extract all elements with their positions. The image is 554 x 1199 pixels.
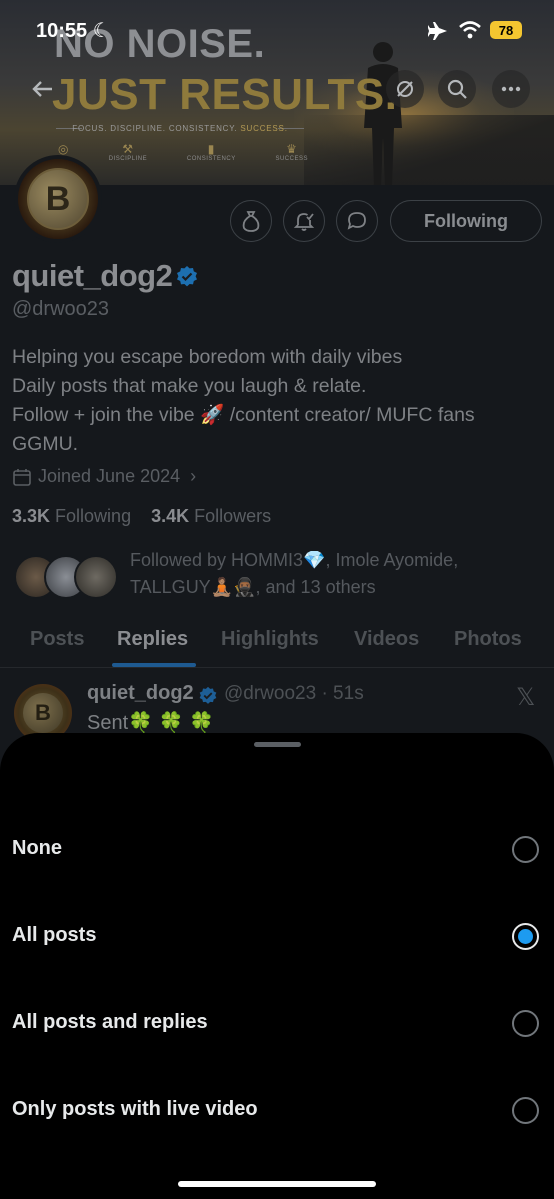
radio-all-posts-and-replies[interactable] xyxy=(512,1010,539,1037)
back-button[interactable] xyxy=(24,70,62,108)
bitcoin-icon: B xyxy=(23,693,63,733)
option-all-posts[interactable]: All posts xyxy=(0,906,554,966)
option-live-video[interactable]: Only posts with live video xyxy=(0,1080,554,1140)
bitcoin-icon: B xyxy=(27,168,89,230)
post-handle-time: @drwoo23 · 51s xyxy=(224,683,364,704)
radio-none[interactable] xyxy=(512,836,539,863)
profile-screen: NO NOISE. JUST RESULTS. FOCUS. DISCIPLIN… xyxy=(0,0,554,1199)
verified-badge-icon xyxy=(177,266,197,287)
post-author-name: quiet_dog2 xyxy=(87,682,194,704)
avatar xyxy=(74,555,118,599)
option-label: All posts xyxy=(12,924,97,946)
banner-tagline: FOCUS. DISCIPLINE. CONSISTENCY. SUCCESS. xyxy=(72,124,288,133)
sheet-grabber[interactable] xyxy=(254,742,301,747)
following-button[interactable]: Following xyxy=(390,200,542,242)
followed-by-text[interactable]: Followed by HOMMI3💎, Imole Ayomide, TALL… xyxy=(130,547,540,601)
bio-line: GGMU. xyxy=(12,433,79,455)
grok-icon xyxy=(397,81,413,97)
bio-line: Helping you escape boredom with daily vi… xyxy=(12,346,403,368)
followed-by-avatars[interactable] xyxy=(14,555,124,601)
option-label: All posts and replies xyxy=(12,1011,208,1033)
tab-highlights[interactable]: Highlights xyxy=(221,628,319,651)
bio-line: Daily posts that make you laugh & relate… xyxy=(12,375,367,397)
status-bar: 10:55 ☾ 78 xyxy=(0,0,554,60)
calendar-icon xyxy=(13,468,31,486)
option-none[interactable]: None xyxy=(0,819,554,879)
profile-name: quiet_dog2 xyxy=(12,258,173,293)
followers-stat[interactable]: 3.4K Followers xyxy=(151,506,271,526)
banner-icon-discipline: ⚒ DISCIPLINE xyxy=(108,142,148,162)
tab-photos[interactable]: Photos xyxy=(454,628,522,651)
banner-icon-success: ♛ SUCCESS xyxy=(275,142,308,162)
profile-bio: Helping you escape boredom with daily vi… xyxy=(12,343,542,459)
more-button[interactable] xyxy=(492,70,530,108)
follow-stats: 3.3K Following 3.4K Followers xyxy=(12,506,271,527)
wifi-icon xyxy=(459,21,481,39)
banner-headline-2: JUST RESULTS. xyxy=(52,70,398,119)
tab-posts[interactable]: Posts xyxy=(30,628,84,651)
option-label: None xyxy=(12,837,62,859)
active-tab-indicator xyxy=(112,663,196,667)
status-time: 10:55 ☾ xyxy=(36,20,111,42)
money-bag-icon xyxy=(242,211,260,232)
tab-replies[interactable]: Replies xyxy=(117,628,188,651)
moon-icon: ☾ xyxy=(92,20,111,42)
following-stat[interactable]: 3.3K Following xyxy=(12,506,131,526)
banner-icon-row: ◎ ⚒ DISCIPLINE ▮ CONSISTENCY ♛ SUCCESS xyxy=(58,142,308,162)
profile-handle: @drwoo23 xyxy=(12,298,110,320)
message-button[interactable] xyxy=(336,200,378,242)
arrow-left-icon xyxy=(32,81,52,97)
tab-videos[interactable]: Videos xyxy=(354,628,419,651)
more-icon xyxy=(501,86,521,92)
profile-avatar[interactable]: B xyxy=(14,155,102,243)
battery-indicator: 78 xyxy=(490,21,522,39)
notifications-button[interactable] xyxy=(283,200,325,242)
search-button[interactable] xyxy=(438,70,476,108)
banner-icon-consistency: ▮ CONSISTENCY xyxy=(186,142,236,162)
bell-check-icon xyxy=(293,213,315,231)
home-indicator xyxy=(178,1181,376,1187)
banner-road xyxy=(304,115,554,185)
tip-button[interactable] xyxy=(230,200,272,242)
notification-settings-sheet: None All posts All posts and replies Onl… xyxy=(0,733,554,1199)
joined-label: Joined June 2024 xyxy=(38,466,181,486)
bio-line: Follow + join the vibe 🚀 /content creato… xyxy=(12,404,475,426)
chevron-right-icon: › xyxy=(190,466,197,486)
verified-badge-icon xyxy=(199,686,217,704)
option-label: Only posts with live video xyxy=(12,1098,258,1120)
x-logo-icon: 𝕏 xyxy=(516,684,536,711)
grok-button[interactable] xyxy=(386,70,424,108)
joined-date[interactable]: Joined June 2024 › xyxy=(12,466,196,487)
post-text: Sent🍀 🍀 🍀 xyxy=(87,712,214,734)
airplane-icon xyxy=(428,22,447,40)
radio-all-posts[interactable] xyxy=(512,923,539,950)
search-icon xyxy=(447,79,467,99)
option-all-posts-and-replies[interactable]: All posts and replies xyxy=(0,993,554,1053)
radio-live-video[interactable] xyxy=(512,1097,539,1124)
profile-tabs: Posts Replies Highlights Videos Photos xyxy=(0,620,554,668)
chat-bubble-icon xyxy=(347,212,366,230)
